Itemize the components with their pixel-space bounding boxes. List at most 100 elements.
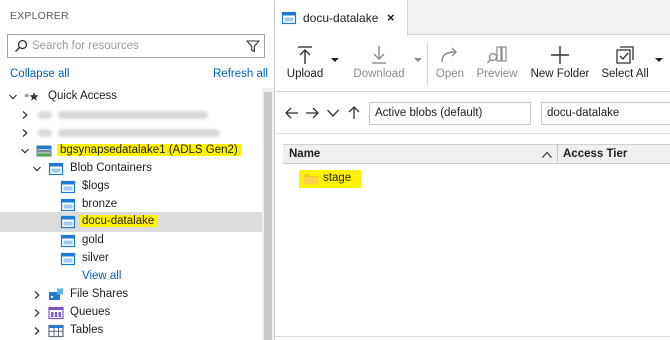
highlighted-container-name: docu-datalake — [79, 215, 158, 227]
search-icon — [14, 39, 28, 53]
preview-button[interactable]: Preview — [474, 36, 520, 92]
tab-bar: docu-datalake × — [275, 0, 670, 36]
highlighted-account-name: bgsynapsedatalake1 (ADLS Gen2) — [57, 144, 241, 156]
chevron-right-icon[interactable] — [32, 308, 42, 318]
tree-item-label: Tables — [70, 324, 104, 336]
chevron-right-icon[interactable] — [32, 326, 42, 336]
tree-item-queues[interactable]: Queues — [0, 304, 262, 322]
table-row[interactable]: stage — [283, 170, 670, 188]
tree-item-label: gold — [82, 234, 104, 246]
tree-item-subscription[interactable] — [0, 106, 262, 124]
filter-icon[interactable] — [246, 39, 260, 53]
tree-item-container-selected[interactable]: docu-datalake — [0, 212, 262, 232]
storage-account-icon — [36, 145, 52, 157]
chevron-down-icon[interactable] — [20, 146, 30, 156]
blob-container-icon — [60, 180, 76, 194]
chevron-down-icon[interactable] — [8, 92, 18, 102]
new-folder-label: New Folder — [530, 68, 590, 80]
forward-arrow-icon[interactable] — [305, 106, 319, 120]
path-input[interactable]: docu-datalake — [541, 102, 670, 125]
tree-item-subscription[interactable] — [0, 124, 262, 142]
path-input-value: docu-datalake — [547, 107, 620, 119]
blob-container-icon — [60, 198, 76, 212]
svg-text:≡: ≡ — [24, 92, 29, 99]
upload-label: Upload — [286, 68, 324, 80]
toolbar: Upload Download Open Preview New Folder … — [275, 36, 670, 92]
select-all-dropdown-caret[interactable] — [655, 58, 663, 62]
explorer-scrollbar[interactable] — [262, 88, 274, 340]
toolbar-divider — [427, 42, 428, 86]
view-all-link[interactable]: View all — [82, 270, 121, 282]
chevron-up-icon[interactable] — [541, 150, 553, 160]
pin-star-icon: ≡ — [24, 92, 39, 101]
tree-item-file-shares[interactable]: File Shares — [0, 286, 262, 304]
blob-container-icon — [281, 11, 297, 25]
tree-item-label: Blob Containers — [70, 162, 152, 174]
upload-dropdown-caret[interactable] — [331, 58, 339, 62]
collapse-all-link[interactable]: Collapse all — [10, 68, 69, 80]
upload-button[interactable]: Upload — [281, 36, 329, 92]
tree-item-container[interactable]: gold — [0, 232, 262, 250]
column-header-access-tier[interactable]: Access Tier — [563, 148, 627, 160]
tree-item-container[interactable]: $logs — [0, 178, 262, 196]
tree-item-blob-containers[interactable]: Blob Containers — [0, 160, 262, 178]
divider — [275, 336, 670, 337]
tree-item-label: bgsynapsedatalake1 (ADLS Gen2) — [57, 144, 241, 156]
tree-item-tables[interactable]: Tables — [0, 322, 262, 340]
tab-docu-datalake[interactable]: docu-datalake × — [275, 0, 408, 36]
chevron-right-icon[interactable] — [20, 110, 30, 120]
blob-view-select[interactable]: Active blobs (default) — [369, 102, 531, 125]
download-label: Download — [353, 68, 405, 80]
navigation-bar: Active blobs (default) docu-datalake — [275, 92, 670, 134]
search-input[interactable] — [32, 38, 232, 54]
scrollbar-thumb[interactable] — [264, 92, 272, 340]
tab-label: docu-datalake — [303, 11, 379, 25]
tree-item-label: bronze — [82, 198, 118, 210]
tree-item-storage-account[interactable]: bgsynapsedatalake1 (ADLS Gen2) — [0, 142, 262, 160]
open-button[interactable]: Open — [430, 36, 470, 92]
tree-item-label: Queues — [70, 306, 111, 318]
up-arrow-icon[interactable] — [347, 106, 361, 120]
refresh-all-link[interactable]: Refresh all — [213, 68, 268, 80]
tree-item-label: silver — [82, 252, 109, 264]
open-label: Open — [435, 68, 465, 80]
upload-icon — [298, 46, 312, 64]
tree-item-label: Quick Access — [48, 90, 118, 102]
chevron-right-icon[interactable] — [20, 128, 30, 138]
column-divider[interactable] — [557, 145, 558, 164]
preview-icon — [486, 46, 507, 64]
preview-label: Preview — [476, 68, 518, 80]
blob-container-icon — [60, 252, 76, 266]
file-share-icon — [49, 288, 63, 300]
plus-icon — [551, 46, 569, 64]
queue-icon — [48, 306, 64, 320]
back-arrow-icon[interactable] — [285, 106, 299, 120]
blob-view-select-value: Active blobs (default) — [375, 107, 483, 119]
select-all-button[interactable]: Select All — [601, 36, 649, 92]
search-box[interactable] — [7, 34, 265, 58]
row-name: stage — [323, 172, 352, 184]
new-folder-button[interactable]: New Folder — [529, 36, 591, 92]
close-icon[interactable]: × — [387, 10, 395, 25]
explorer-title: EXPLORER — [10, 10, 69, 22]
table-icon — [48, 324, 64, 338]
tree-item-label: docu-datalake — [79, 215, 158, 227]
redacted-icon — [38, 129, 52, 137]
tree-item-container[interactable]: silver — [0, 250, 262, 268]
tree-item-label: File Shares — [70, 288, 129, 300]
redacted-text — [58, 111, 208, 119]
chevron-down-icon[interactable] — [326, 106, 340, 120]
blob-container-icon — [60, 234, 76, 248]
chevron-right-icon[interactable] — [32, 290, 42, 300]
tree-item-quick-access[interactable]: ≡ Quick Access — [0, 88, 262, 106]
main-pane: docu-datalake × Upload Download Open Pre… — [274, 0, 670, 340]
blob-container-icon — [48, 162, 64, 176]
column-header-name[interactable]: Name — [289, 148, 320, 160]
grid-header: Name Access Tier — [283, 144, 670, 164]
chevron-down-icon[interactable] — [32, 164, 42, 174]
redacted-icon — [38, 111, 52, 119]
explorer-pane: EXPLORER Collapse all Refresh all ≡ Quic… — [0, 0, 274, 340]
download-dropdown-caret[interactable] — [414, 58, 422, 62]
download-button[interactable]: Download — [347, 36, 411, 92]
tree-item-view-all[interactable]: View all — [0, 268, 262, 286]
